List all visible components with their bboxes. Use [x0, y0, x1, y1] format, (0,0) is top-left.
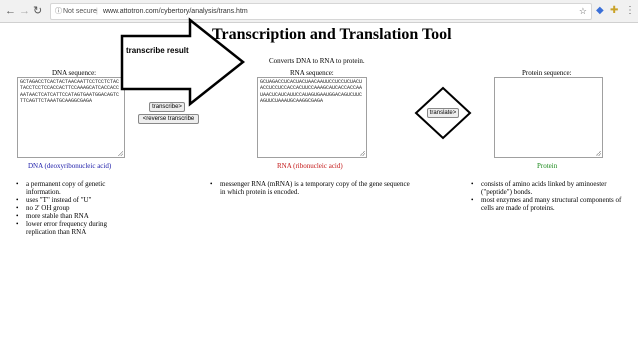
- protein-facts-list: consists of amino acids linked by aminoe…: [469, 180, 629, 212]
- list-item: consists of amino acids linked by aminoe…: [469, 180, 629, 196]
- rna-facts-list: messenger RNA (mRNA) is a temporary copy…: [208, 180, 413, 196]
- list-item: most enzymes and many structural compone…: [469, 196, 629, 212]
- dna-molecule-name: DNA (deoxyribonucleic acid): [28, 162, 112, 170]
- dna-facts-list: a permanent copy of genetic information.…: [14, 180, 124, 236]
- protein-molecule-name: Protein: [537, 162, 558, 170]
- protein-sequence-textarea[interactable]: [494, 77, 603, 158]
- arrow-annotation-icon: [120, 17, 246, 107]
- rna-molecule-name: RNA (ribonucleic acid): [277, 162, 343, 170]
- list-item: no 2' OH group: [14, 204, 124, 212]
- protein-sequence-label: Protein sequence:: [522, 69, 572, 77]
- list-item: messenger RNA (mRNA) is a temporary copy…: [208, 180, 413, 196]
- list-item: more stable than RNA: [14, 212, 124, 220]
- list-item: uses "T" instead of "U": [14, 196, 124, 204]
- annotation-label: transcribe result: [126, 46, 189, 55]
- resize-handle-icon[interactable]: [596, 151, 601, 156]
- list-item: a permanent copy of genetic information.: [14, 180, 124, 196]
- translate-button[interactable]: translate>: [427, 108, 459, 118]
- list-item: lower error frequency during replication…: [14, 220, 124, 236]
